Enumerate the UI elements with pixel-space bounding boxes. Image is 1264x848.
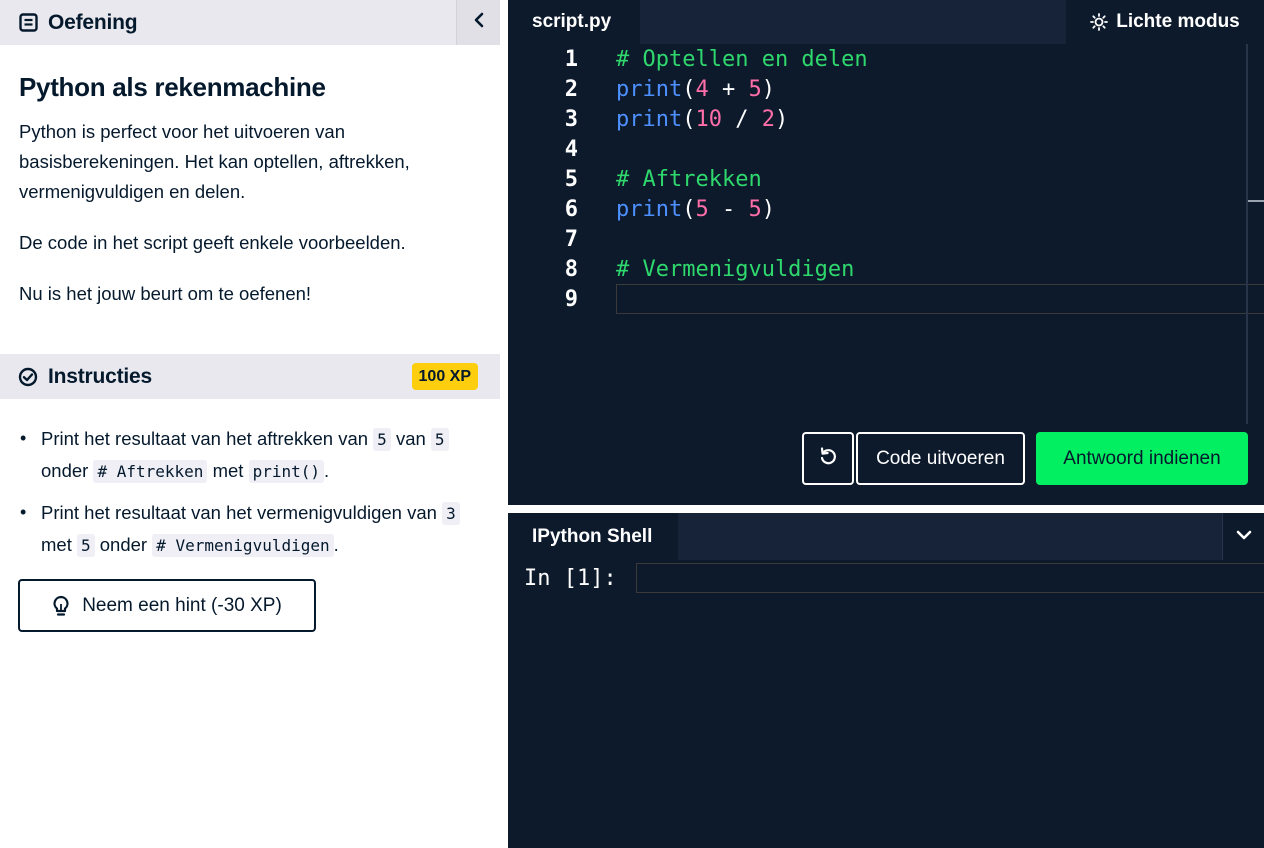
tab-ipython-shell[interactable]: IPython Shell: [508, 513, 678, 560]
submit-answer-button[interactable]: Antwoord indienen: [1036, 432, 1248, 485]
code-chip: # Aftrekken: [93, 460, 208, 483]
line-number: 6: [564, 196, 578, 222]
light-mode-toggle[interactable]: Lichte modus: [1066, 0, 1264, 44]
code-chip: 5: [76, 534, 95, 557]
light-mode-label: Lichte modus: [1116, 11, 1240, 32]
code-line: 1 # Optellen en delen: [508, 44, 1248, 74]
exercise-paragraph: Nu is het jouw beurt om te oefenen!: [19, 283, 312, 304]
instructions-list: Print het resultaat van het aftrekken va…: [18, 423, 493, 571]
instructions-section-label: Instructies: [48, 364, 152, 388]
line-number: 9: [564, 286, 578, 312]
code-chip: 3: [442, 502, 460, 525]
line-number: 5: [564, 166, 578, 192]
code-line: 7: [508, 224, 1248, 254]
exercise-section-label: Oefening: [48, 10, 138, 34]
code-line: 2 print(4 + 5): [508, 74, 1248, 104]
code-area[interactable]: 1 # Optellen en delen 2 print(4 + 5) 3 p…: [508, 44, 1248, 374]
code-statement: print(5 - 5): [616, 196, 775, 222]
line-number: 7: [564, 226, 578, 252]
collapse-pane-button[interactable]: [456, 0, 500, 45]
line-number: 3: [564, 106, 578, 132]
editor-tab-bar: script.py Lichte modus: [508, 0, 1264, 44]
editor-scroll-thumb[interactable]: [1248, 200, 1264, 202]
instruction-item: Print het resultaat van het aftrekken va…: [18, 423, 493, 487]
code-line: 4: [508, 134, 1248, 164]
chevron-left-icon: [473, 12, 485, 33]
chevron-down-icon: [1236, 528, 1252, 546]
hint-button-label: Neem een hint (-30 XP): [82, 594, 282, 616]
xp-badge: 100 XP: [411, 363, 478, 390]
ipython-shell: IPython Shell In [1]:: [508, 513, 1264, 848]
code-statement: print(10 / 2): [616, 106, 789, 132]
check-circle-icon: [18, 367, 38, 387]
code-comment: # Aftrekken: [616, 166, 762, 192]
code-chip: # Vermenigvuldigen: [152, 534, 334, 557]
shell-collapse-button[interactable]: [1222, 513, 1264, 560]
pane-divider[interactable]: [500, 0, 508, 848]
active-line-highlight[interactable]: [616, 284, 1264, 314]
exercise-paragraph: Python is perfect voor het uitvoeren van…: [19, 121, 410, 202]
code-comment: # Vermenigvuldigen: [616, 256, 855, 282]
exercise-header: Oefening: [0, 0, 500, 45]
code-comment: # Optellen en delen: [616, 46, 868, 72]
code-line: 8 # Vermenigvuldigen: [508, 254, 1248, 284]
shell-prompt: In [1]:: [524, 565, 617, 591]
reset-button[interactable]: [802, 432, 854, 485]
code-statement: print(4 + 5): [616, 76, 775, 102]
line-number: 4: [564, 136, 578, 162]
run-code-button[interactable]: Code uitvoeren: [856, 432, 1025, 485]
code-chip: 5: [373, 428, 391, 451]
tab-script-py[interactable]: script.py: [508, 0, 640, 44]
code-chip: 5: [430, 428, 449, 451]
hint-button[interactable]: Neem een hint (-30 XP): [18, 579, 316, 632]
line-number: 1: [564, 46, 578, 72]
code-line: 3 print(10 / 2): [508, 104, 1248, 134]
exercise-paragraph: De code in het script geeft enkele voorb…: [19, 232, 406, 253]
undo-icon: [818, 446, 838, 472]
shell-input[interactable]: [636, 563, 1264, 593]
exercise-pane: Oefening Python als rekenmachine Python …: [0, 0, 500, 848]
line-number: 8: [564, 256, 578, 282]
exercise-title: Python als rekenmachine: [19, 72, 326, 102]
sun-icon: [1090, 13, 1109, 31]
code-editor: script.py Lichte modus 1 # Optellen en d…: [508, 0, 1264, 505]
instructions-header: Instructies 100 XP: [0, 354, 500, 399]
document-icon: [18, 13, 38, 33]
code-line: 6 print(5 - 5): [508, 194, 1248, 224]
code-chip: print(): [248, 460, 324, 483]
code-line: 5 # Aftrekken: [508, 164, 1248, 194]
line-number: 2: [564, 76, 578, 102]
editor-scrollbar[interactable]: [1246, 44, 1248, 424]
lightbulb-icon: [52, 595, 70, 617]
editor-shell-divider[interactable]: [508, 505, 1264, 513]
instruction-item: Print het resultaat van het vermenigvuld…: [18, 497, 493, 561]
shell-tab-bar: IPython Shell: [508, 513, 1264, 560]
